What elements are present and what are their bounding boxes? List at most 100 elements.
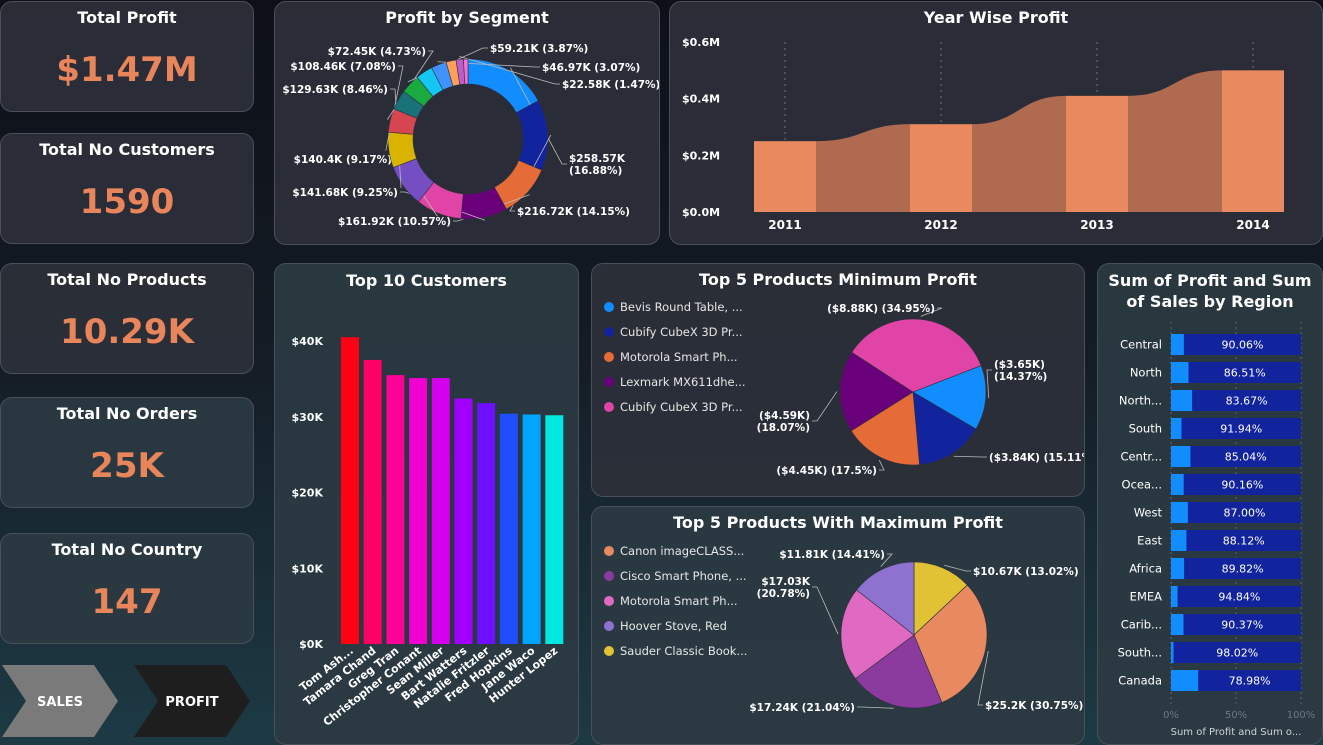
top-10-customers-card: Top 10 Customers $0K $10K $20K $30K $40K Tom … xyxy=(274,263,579,745)
year-profit-bar xyxy=(1222,70,1284,212)
region-sales-pct-label: 90.06% xyxy=(1221,339,1263,352)
y-axis-tick-label: $0.4M xyxy=(682,93,720,106)
minprofit-leader-line xyxy=(878,459,885,471)
region-sales-pct-label: 88.12% xyxy=(1223,535,1265,548)
year-ribbon-connector xyxy=(816,124,910,212)
region-name-label: North xyxy=(1130,366,1162,380)
region-profit-segment xyxy=(1171,558,1185,579)
segment-data-label: $22.58K (1.47%) xyxy=(562,79,660,91)
segment-data-label: $129.63K (8.46%) xyxy=(282,84,388,96)
region-profit-segment xyxy=(1171,586,1178,607)
region-x-tick-label: 0% xyxy=(1163,710,1179,721)
kpi-value: 25K xyxy=(90,446,164,486)
year-wise-profit-ribbon-chart: $0.0M $0.2M $0.4M $0.6M 2011 2012 2013 2014 xyxy=(682,36,1284,232)
minprofit-data-label: (18.07%) xyxy=(757,422,810,434)
segment-data-label: (16.88%) xyxy=(569,165,622,177)
y-axis-tick-label: $0.0M xyxy=(682,206,720,219)
minprofit-data-label: ($3.65K) xyxy=(994,359,1045,371)
segment-data-label: $258.57K xyxy=(569,153,626,165)
sales-page-label: SALES xyxy=(37,695,83,710)
region-profit-segment xyxy=(1171,418,1182,439)
x-axis-year-label: 2012 xyxy=(924,218,957,232)
kpi-card-total-orders: Total No Orders 25K xyxy=(0,397,254,508)
minprofit-leader-line xyxy=(986,369,992,399)
minprofit-data-label: (14.37%) xyxy=(994,371,1047,383)
region-name-label: Carib... xyxy=(1121,618,1162,632)
region-name-label: Canada xyxy=(1118,674,1162,688)
customer-bar xyxy=(363,359,382,644)
x-axis-year-label: 2011 xyxy=(768,218,801,232)
top-5-min-profit-pie-chart: ($3.65K)(14.37%) ($3.84K) (15.11%) ($4.45K… xyxy=(757,303,1085,477)
customer-bar xyxy=(499,413,518,644)
top-5-max-profit-pie-chart: $10.67K (13.02%) $25.2K (30.75%) $17.24K (… xyxy=(749,549,1083,714)
region-name-label: EMEA xyxy=(1130,590,1162,604)
region-name-label: West xyxy=(1134,506,1163,520)
maxprofit-leader-line xyxy=(812,586,839,635)
kpi-title: Total No Products xyxy=(47,270,207,289)
segment-data-label: $161.92K (10.57%) xyxy=(338,216,451,228)
region-x-tick-label: 100% xyxy=(1287,710,1316,721)
customer-bar xyxy=(522,414,541,644)
year-profit-bar xyxy=(1066,95,1128,212)
segment-data-label: $59.21K (3.87%) xyxy=(490,43,588,55)
region-sales-pct-label: 83.67% xyxy=(1226,395,1268,408)
sales-page-button[interactable]: SALES xyxy=(2,665,120,737)
year-wise-profit-card: Year Wise Profit $0.0M $0.2M $0.4M $0.6M 201… xyxy=(669,1,1323,245)
customer-bar xyxy=(386,375,405,644)
minprofit-leader-line xyxy=(953,455,987,458)
region-sales-pct-label: 89.82% xyxy=(1222,563,1264,576)
region-name-label: Centr... xyxy=(1120,450,1162,464)
region-sales-pct-label: 90.37% xyxy=(1221,619,1263,632)
segment-data-label: $216.72K (14.15%) xyxy=(517,206,630,218)
region-sales-pct-label: 91.94% xyxy=(1220,423,1262,436)
y-axis-tick-label: $0.2M xyxy=(682,149,720,162)
profit-by-segment-card: Profit by Segment $258.57K (16.88%) $216.7… xyxy=(274,1,660,245)
maxprofit-data-label: (20.78%) xyxy=(757,588,810,600)
minprofit-data-label: ($4.45K) (17.5%) xyxy=(776,465,877,477)
kpi-title: Total No Customers xyxy=(39,140,215,159)
region-profit-segment xyxy=(1171,670,1199,691)
region-profit-segment xyxy=(1171,530,1187,551)
customer-bar xyxy=(409,378,428,644)
kpi-value: 10.29K xyxy=(60,312,194,352)
minprofit-leader-line xyxy=(812,391,838,422)
kpi-value: 1590 xyxy=(79,182,175,222)
year-ribbon-connector xyxy=(1128,70,1222,212)
region-x-axis-title: Sum of Profit and Sum o... xyxy=(1171,727,1302,738)
region-sales-pct-label: 94.84% xyxy=(1218,591,1260,604)
kpi-card-total-profit: Total Profit $1.47M xyxy=(0,1,254,112)
x-axis-year-label: 2014 xyxy=(1236,218,1269,232)
segment-data-label: $141.68K (9.25%) xyxy=(292,187,398,199)
x-axis-year-label: 2013 xyxy=(1080,218,1113,232)
customer-bar xyxy=(477,403,496,644)
top-5-max-profit-card: Top 5 Products With Maximum Profit Canon… xyxy=(591,506,1085,745)
top-5-min-profit-card: Top 5 Products Minimum Profit Bevis Roun… xyxy=(591,263,1085,497)
profit-page-label: PROFIT xyxy=(165,695,218,710)
y-axis-tick-label: $20K xyxy=(292,487,324,500)
kpi-title: Total No Orders xyxy=(56,404,198,423)
region-sales-pct-label: 90.16% xyxy=(1221,479,1263,492)
minprofit-data-label: ($8.88K) (34.95%) xyxy=(827,303,935,315)
y-axis-tick-label: $0K xyxy=(299,638,323,651)
maxprofit-data-label: $10.67K (13.02%) xyxy=(973,566,1079,578)
profit-page-button[interactable]: PROFIT xyxy=(134,665,252,737)
maxprofit-data-label: $17.24K (21.04%) xyxy=(749,702,855,714)
region-profit-segment xyxy=(1171,362,1189,383)
customer-bar xyxy=(431,378,450,644)
minprofit-data-label: ($3.84K) (15.11%) xyxy=(989,452,1085,464)
profit-by-segment-donut-chart: $258.57K(16.88%) $216.72K (14.15%) $161.92… xyxy=(282,43,660,228)
region-sales-pct-label: 87.00% xyxy=(1223,507,1265,520)
region-profit-sales-card: Sum of Profit and Sum of Sales by Region… xyxy=(1097,263,1323,745)
maxprofit-leader-line xyxy=(857,706,894,709)
kpi-value: $1.47M xyxy=(56,50,198,90)
region-name-label: South... xyxy=(1118,646,1162,660)
customer-bar xyxy=(454,398,473,644)
segment-data-label: $72.45K (4.73%) xyxy=(328,46,426,58)
y-axis-tick-label: $10K xyxy=(292,562,324,575)
customer-bar xyxy=(545,415,564,644)
region-sales-pct-label: 98.02% xyxy=(1216,647,1258,660)
region-profit-segment xyxy=(1171,446,1191,467)
region-x-tick-label: 50% xyxy=(1225,710,1247,721)
region-name-label: South xyxy=(1129,422,1162,436)
region-profit-segment xyxy=(1171,642,1174,663)
